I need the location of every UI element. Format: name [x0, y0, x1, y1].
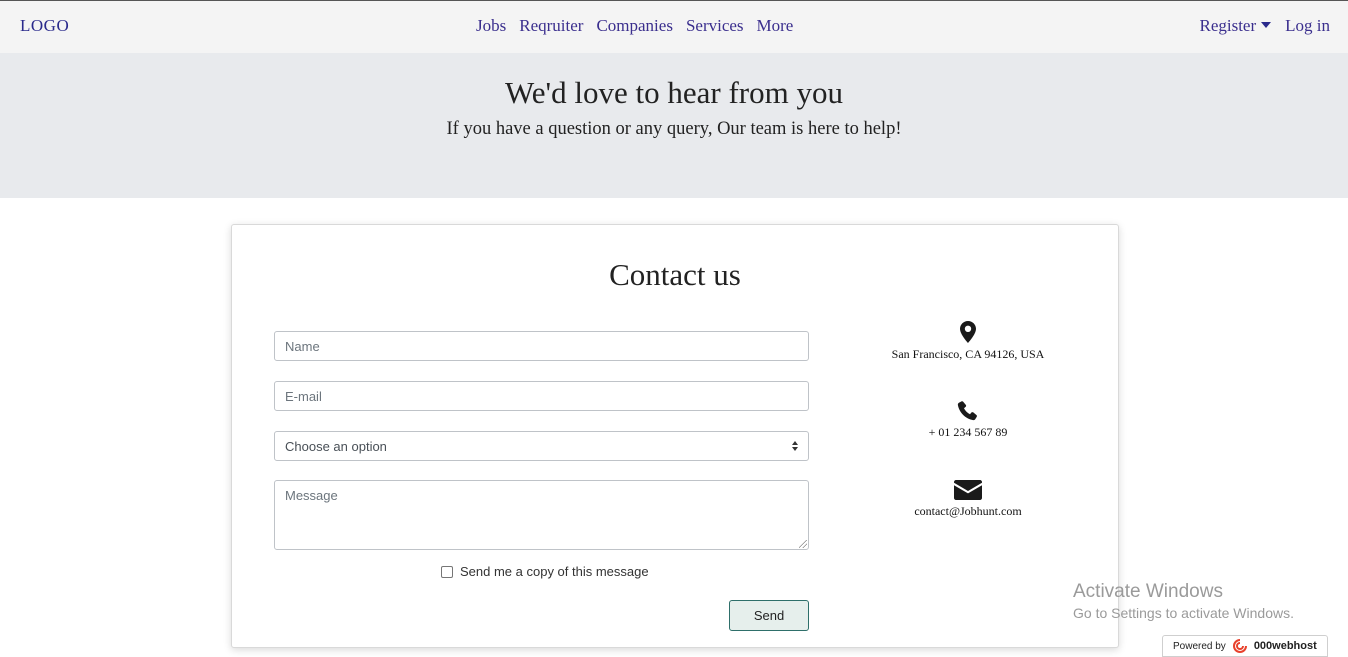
nav-link-companies[interactable]: Companies: [596, 16, 673, 36]
option-select[interactable]: Choose an option: [274, 431, 809, 461]
nav-link-jobs[interactable]: Jobs: [476, 16, 506, 36]
email-text: contact@Jobhunt.com: [914, 504, 1022, 518]
logo[interactable]: LOGO: [20, 16, 69, 36]
select-arrows-icon: [791, 441, 799, 453]
message-textarea[interactable]: Message: [274, 480, 809, 550]
activate-subtitle: Go to Settings to activate Windows.: [1073, 605, 1294, 621]
main-nav: Jobs Reqruiter Companies Services More: [476, 16, 793, 36]
hero-title: We'd love to hear from you: [505, 75, 843, 110]
top-navbar: LOGO Jobs Reqruiter Companies Services M…: [0, 0, 1348, 53]
select-value: Choose an option: [285, 439, 387, 454]
host-logo-icon: [1232, 639, 1247, 653]
phone-block: + 01 234 567 89: [868, 401, 1068, 440]
contact-title: Contact us: [609, 257, 741, 292]
register-dropdown[interactable]: Register: [1199, 16, 1272, 36]
hero-subtitle: If you have a question or any query, Our…: [446, 119, 902, 139]
envelope-icon: [954, 480, 982, 500]
send-button[interactable]: Send: [729, 600, 809, 631]
contact-card: Contact us Name E-mail Choose an option …: [231, 224, 1119, 648]
caret-down-icon: [1261, 22, 1272, 28]
powered-by-label: Powered by: [1173, 640, 1226, 652]
address-text: San Francisco, CA 94126, USA: [891, 347, 1045, 361]
map-marker-icon: [960, 321, 976, 343]
phone-text: + 01 234 567 89: [928, 425, 1008, 439]
nav-link-services[interactable]: Services: [686, 16, 744, 36]
phone-icon: [957, 401, 977, 421]
email-input[interactable]: E-mail: [274, 381, 809, 411]
nav-link-more[interactable]: More: [757, 16, 794, 36]
nav-link-reqruiter[interactable]: Reqruiter: [519, 16, 583, 36]
hero-banner: We'd love to hear from you If you have a…: [0, 53, 1348, 198]
copy-checkbox-label[interactable]: Send me a copy of this message: [460, 564, 649, 579]
host-brand: 000webhost: [1253, 640, 1317, 652]
copy-checkbox-row: Send me a copy of this message: [441, 564, 649, 579]
message-placeholder: Message: [285, 488, 338, 503]
name-input[interactable]: Name: [274, 331, 809, 361]
activate-title: Activate Windows: [1073, 581, 1223, 602]
resize-handle-icon[interactable]: [799, 540, 807, 548]
activate-windows-watermark: Activate Windows Go to Settings to activ…: [1073, 581, 1294, 621]
register-label: Register: [1199, 16, 1257, 35]
email-block: contact@Jobhunt.com: [868, 480, 1068, 519]
login-link[interactable]: Log in: [1285, 16, 1330, 36]
name-placeholder: Name: [285, 339, 320, 354]
account-nav: Register Log in: [1199, 16, 1330, 36]
address-block: San Francisco, CA 94126, USA: [868, 321, 1068, 362]
email-placeholder: E-mail: [285, 389, 322, 404]
copy-checkbox[interactable]: [441, 565, 453, 578]
powered-by-badge[interactable]: Powered by 000webhost: [1162, 635, 1328, 657]
